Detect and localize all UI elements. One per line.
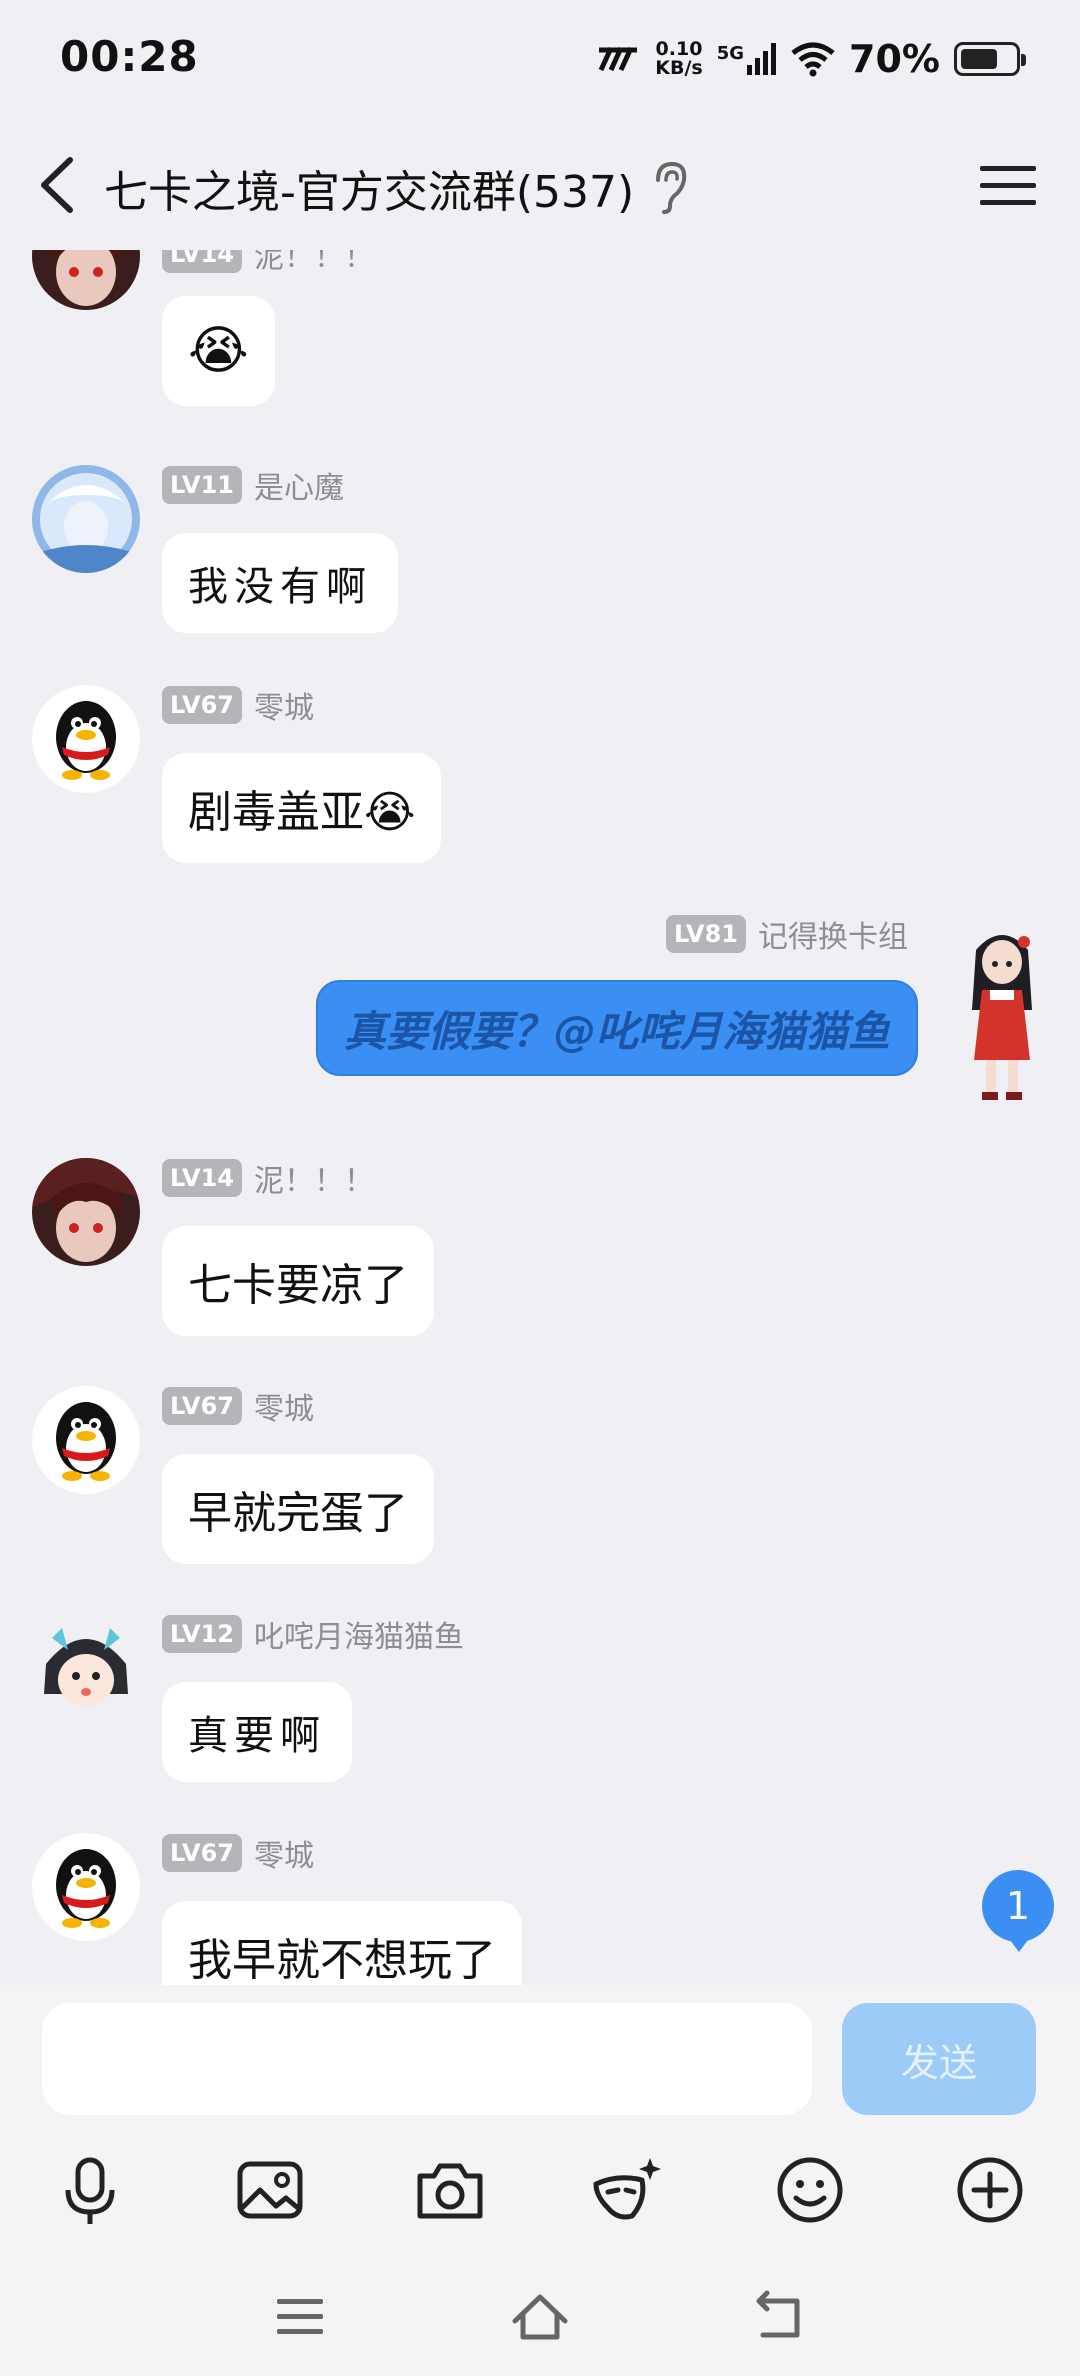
message-bubble[interactable]: 真要啊 xyxy=(162,1682,352,1782)
level-badge: LV67 xyxy=(162,1834,242,1872)
microphone-icon[interactable] xyxy=(50,2150,130,2230)
input-bar: 发送 xyxy=(0,1985,1080,2140)
status-bar: 00:28 0.10 KB/s 5G 70% xyxy=(0,0,1080,120)
group-title[interactable]: 七卡之境-官方交流群(537) xyxy=(104,156,634,220)
nickname[interactable]: 叱咤月海猫猫鱼 xyxy=(254,1612,464,1656)
message-bubble[interactable]: 七卡要凉了 xyxy=(162,1226,434,1336)
back-nav-icon[interactable] xyxy=(745,2287,815,2347)
avatar[interactable] xyxy=(32,685,140,793)
avatar[interactable] xyxy=(32,250,140,310)
home-icon[interactable] xyxy=(505,2287,575,2347)
message-list[interactable]: LV14 泥！！！ 😭 LV11 是心魔 我没有啊 LV67 零城 剧毒盖亚😭 … xyxy=(0,250,1080,1985)
avatar[interactable] xyxy=(32,1386,140,1494)
nickname[interactable]: 泥！！！ xyxy=(254,1156,374,1200)
image-icon[interactable] xyxy=(230,2150,310,2230)
penguin-avatar-icon xyxy=(32,1833,140,1941)
penguin-avatar-icon xyxy=(32,1386,140,1494)
emoji-icon[interactable] xyxy=(770,2150,850,2230)
avatar[interactable] xyxy=(32,1614,140,1722)
net-speed-unit: KB/s xyxy=(655,57,703,79)
plus-icon[interactable] xyxy=(950,2150,1030,2230)
message-bubble[interactable]: 早就完蛋了 xyxy=(162,1454,434,1564)
recent-apps-icon[interactable] xyxy=(265,2287,335,2347)
battery-percent: 70% xyxy=(849,37,940,81)
ear-icon[interactable] xyxy=(650,160,690,216)
chat-header: 七卡之境-官方交流群(537) xyxy=(0,120,1080,250)
message-bubble[interactable]: 我早就不想玩了 xyxy=(162,1901,522,1985)
menu-icon[interactable] xyxy=(976,156,1040,216)
message-bubble[interactable]: 我没有啊 xyxy=(162,533,398,633)
send-button[interactable]: 发送 xyxy=(842,2003,1036,2115)
level-badge: LV11 xyxy=(162,466,242,504)
message-bubble-self[interactable]: 真要假要？@叱咤月海猫猫鱼 xyxy=(315,980,918,1076)
nickname[interactable]: 零城 xyxy=(254,683,314,727)
avatar[interactable] xyxy=(32,465,140,573)
message-bubble[interactable]: 😭 xyxy=(162,296,275,406)
system-nav-bar xyxy=(0,2265,1080,2376)
penguin-avatar-icon xyxy=(32,685,140,793)
signal-speed-icon xyxy=(598,46,638,72)
message-input[interactable] xyxy=(42,2003,812,2115)
message-bubble[interactable]: 剧毒盖亚😭 xyxy=(162,753,442,863)
wifi-icon xyxy=(791,42,835,77)
level-badge: LV81 xyxy=(666,915,746,953)
net-speed: 0.10 KB/s xyxy=(655,40,702,78)
nickname[interactable]: 记得换卡组 xyxy=(758,912,908,956)
level-badge: LV67 xyxy=(162,686,242,724)
nickname[interactable]: 泥！！！ xyxy=(254,250,374,276)
camera-icon[interactable] xyxy=(410,2150,490,2230)
avatar[interactable] xyxy=(32,1158,140,1266)
level-badge: LV14 xyxy=(162,250,242,273)
mask-sparkle-icon[interactable] xyxy=(588,2150,668,2230)
status-time: 00:28 xyxy=(60,32,199,81)
level-badge: LV12 xyxy=(162,1615,242,1653)
unread-count-badge[interactable]: 1 xyxy=(982,1870,1054,1952)
nickname[interactable]: 零城 xyxy=(254,1384,314,1428)
battery-fill xyxy=(961,49,997,69)
avatar[interactable] xyxy=(952,920,1052,1110)
back-arrow-icon[interactable] xyxy=(30,150,90,220)
level-badge: LV14 xyxy=(162,1159,242,1197)
nickname[interactable]: 零城 xyxy=(254,1831,314,1875)
level-badge: LV67 xyxy=(162,1387,242,1425)
cell-signal-icon xyxy=(747,43,777,75)
avatar[interactable] xyxy=(32,1833,140,1941)
battery-icon xyxy=(954,42,1026,76)
network-type: 5G xyxy=(716,43,745,64)
nickname[interactable]: 是心魔 xyxy=(254,463,344,507)
input-toolbar xyxy=(0,2140,1080,2265)
